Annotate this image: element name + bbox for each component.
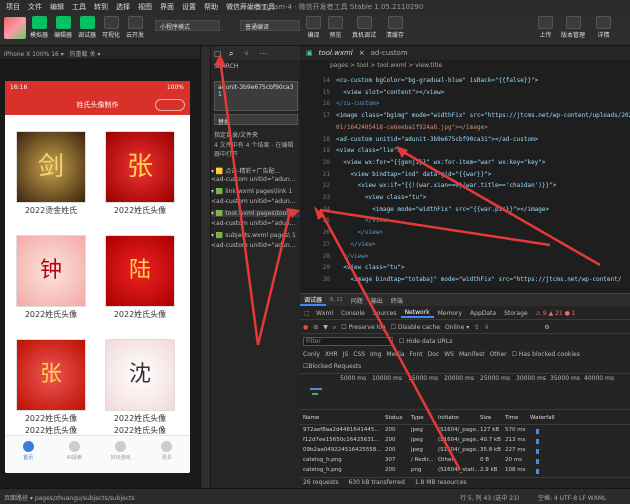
arrow-line (318, 209, 462, 471)
arrow-overlay (218, 57, 601, 471)
arrow-head (214, 54, 226, 66)
arrow-line (399, 148, 601, 267)
arrow-line (256, 211, 292, 346)
arrow-head (396, 146, 408, 158)
annotation-arrows (214, 54, 601, 471)
arrow-line (218, 57, 260, 346)
